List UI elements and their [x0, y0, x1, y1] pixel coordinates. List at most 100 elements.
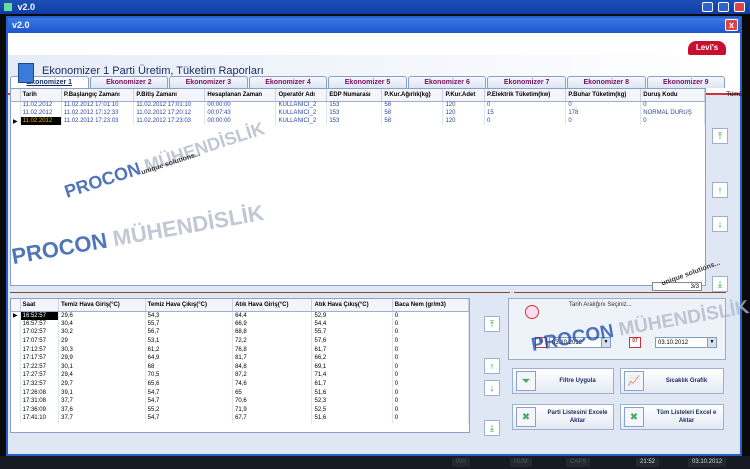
next-record-icon[interactable]: ↓	[712, 216, 728, 232]
tab-ekonomizer-8[interactable]: Ekonomizer 8	[566, 76, 646, 88]
table-cell: 51,6	[311, 388, 393, 397]
table-cell: 17:31:08	[20, 396, 60, 406]
num-indicator: NUM	[510, 458, 532, 467]
table-row[interactable]: 11.02.2012 11.02.2012 17:01:10 11.02.2012 …	[11, 101, 705, 109]
table-row[interactable]: 17:36:09 37,6 55,2 71,9 52,5 0	[11, 405, 469, 415]
table-row[interactable]: 11.02.2012 11.02.2012 17:12:33 11.02.2012 …	[11, 109, 705, 117]
all-label[interactable]: Tümü	[725, 92, 743, 98]
last-record-icon[interactable]: ⤓	[712, 276, 728, 292]
apply-filter-button[interactable]: ⏷ Filtre Uygula	[512, 368, 614, 394]
maximize-icon[interactable]	[718, 2, 729, 12]
table-row[interactable]: 17:27:57 29,4 70,5 87,2 71,4 0	[11, 371, 469, 380]
first-record-icon[interactable]: ⤒	[712, 128, 728, 144]
funnel-icon: ⏷	[516, 371, 536, 391]
export-all-excel-button[interactable]: ✖ Tüm Listeleri Excel e Aktar	[620, 404, 724, 430]
tab-ekonomizer-3[interactable]: Ekonomizer 3	[169, 76, 248, 88]
ekonomizer-tabs: Ekonomizer 1 Ekonomizer 2 Ekonomizer 3 Ekon…	[10, 76, 726, 88]
table-cell: 61,2	[145, 345, 234, 354]
table-row[interactable]: 17:12:57 30,3 61,2 76,8 61,7 0	[11, 345, 469, 354]
column-header[interactable]: Baca Nem (gr/m3)	[392, 299, 469, 312]
column-header[interactable]: Hesaplanan Zaman	[204, 89, 277, 102]
table-cell: 0	[392, 328, 469, 337]
outer-title-bar: v2.0	[0, 0, 750, 14]
table-row[interactable]: 17:22:57 30,1 68 84,8 69,1 0	[11, 362, 469, 372]
minimize-icon[interactable]	[702, 2, 713, 12]
column-header[interactable]: Temiz Hava Çıkış(°C)	[145, 299, 234, 312]
export-party-excel-button[interactable]: ✖ Parti Listesini Excele Aktar	[512, 404, 614, 430]
tab-ekonomizer-5[interactable]: Ekonomizer 5	[328, 76, 407, 88]
column-header[interactable]: Atık Hava Çıkış(°C)	[311, 299, 393, 312]
column-header[interactable]: Tarih	[20, 89, 62, 102]
table-cell: 17:17:57	[20, 353, 60, 363]
table-row[interactable]: 17:31:08 37,7 54,7 70,6 52,3 0	[11, 396, 469, 406]
table-cell: 30,4	[58, 319, 146, 329]
last-temp-record-icon[interactable]: ⤓	[484, 420, 500, 436]
table-cell: KULLANICI_2	[275, 117, 328, 125]
table-row[interactable]: 17:02:57 30,2 56,7 68,8 55,7 0	[11, 328, 469, 337]
prev-temp-record-icon[interactable]: ↑	[484, 358, 500, 374]
column-header[interactable]: Duruş Kodu	[640, 89, 705, 102]
table-cell: 0	[392, 319, 469, 329]
tab-ekonomizer-4[interactable]: Ekonomizer 4	[248, 76, 328, 88]
temperature-chart-button[interactable]: 📈 Sıcaklık Grafik	[620, 368, 724, 394]
table-row[interactable]: ▶ 16:52:57 29,6 54,3 64,4 52,9 0	[11, 311, 469, 320]
column-header[interactable]: Temiz Hava Giriş(°C)	[58, 299, 146, 312]
previous-record-icon[interactable]: ↑	[712, 182, 728, 198]
table-cell: 51,6	[311, 414, 393, 423]
column-header[interactable]: EDP Numarası	[326, 89, 383, 102]
column-header[interactable]: P.Kur.Adet	[442, 89, 486, 102]
column-header[interactable]: Atık Hava Giriş(°C)	[232, 299, 313, 312]
table-cell: 00:00:00	[204, 101, 277, 109]
table-cell: 54,4	[311, 319, 393, 329]
tab-ekonomizer-9[interactable]: Ekonomizer 9	[646, 76, 726, 88]
row-indicator	[11, 396, 21, 406]
tab-ekonomizer-6[interactable]: Ekonomizer 6	[407, 76, 487, 88]
end-date-input[interactable]: 03.10.2012 ▼	[655, 337, 717, 348]
column-header[interactable]: P.Elektrik Tüketim(kw)	[484, 89, 567, 102]
table-row[interactable]: 17:32:57 29,7 65,6 74,6 61,7 0	[11, 379, 469, 389]
table-row[interactable]: 17:07:57 29 53,1 72,2 57,6 0	[11, 336, 469, 346]
start-date-input[interactable]: 03.10.2012 ▼	[549, 337, 611, 348]
tab-ekonomizer-2[interactable]: Ekonomizer 2	[89, 76, 169, 88]
row-indicator	[11, 353, 21, 363]
table-cell: 69,1	[311, 362, 393, 372]
table-row[interactable]: 17:41:10 37,7 54,7 67,7 51,6 0	[11, 414, 469, 423]
chevron-down-icon[interactable]: ▼	[601, 338, 610, 347]
table-cell: 66,9	[232, 319, 313, 329]
calendar-label-icon[interactable]: 07	[629, 337, 641, 348]
table-row[interactable]: 17:17:57 29,9 64,9 81,7 66,2 0	[11, 353, 469, 363]
table-row[interactable]: ▶ 11.02.2012 11.02.2012 17:23:03 11.02.2012…	[11, 117, 705, 125]
table-cell: 52,9	[311, 311, 393, 320]
table-cell: 76,8	[232, 345, 313, 354]
column-header[interactable]: P.Buhar Tüketim(kg)	[565, 89, 642, 102]
table-cell: 0	[565, 101, 642, 109]
table-row[interactable]: 16:57:57 30,4 55,7 66,9 54,4 0	[11, 319, 469, 329]
table-cell: 30,2	[58, 328, 146, 337]
report-icon	[18, 63, 34, 83]
table-cell: 17:07:57	[20, 336, 60, 346]
table-cell: 53,1	[145, 336, 234, 346]
table-cell: 11.02.2012 17:23:03	[133, 117, 206, 125]
column-header[interactable]: P.Başlangıç Zamanı	[61, 89, 135, 102]
row-indicator-header	[11, 299, 21, 312]
column-header[interactable]: P.Kur.Ağırlık(kg)	[381, 89, 444, 102]
next-temp-record-icon[interactable]: ↓	[484, 380, 500, 396]
close-button[interactable]: x	[725, 19, 738, 31]
table-cell: 15	[484, 109, 567, 117]
table-cell: 17:12:57	[20, 345, 60, 354]
column-header[interactable]: Saat	[20, 299, 60, 312]
filter-clear-icon[interactable]	[525, 305, 539, 319]
column-header[interactable]: Operatör Adı	[275, 89, 328, 102]
table-cell: 68	[145, 362, 234, 372]
tab-ekonomizer-7[interactable]: Ekonomizer 7	[487, 76, 566, 88]
row-indicator	[11, 109, 21, 117]
calendar-icon[interactable]: ▦	[535, 337, 547, 348]
table-cell: 70,6	[232, 396, 313, 406]
table-cell: 17:32:57	[20, 379, 60, 389]
table-cell: 54,3	[145, 311, 234, 320]
table-row[interactable]: 17:26:08 39,1 54,7 65 51,6 0	[11, 388, 469, 397]
column-header[interactable]: P.Bitiş Zamanı	[133, 89, 206, 102]
outer-close-icon[interactable]	[734, 2, 745, 12]
first-temp-record-icon[interactable]: ⤒	[484, 316, 500, 332]
chevron-down-icon[interactable]: ▼	[707, 338, 716, 347]
